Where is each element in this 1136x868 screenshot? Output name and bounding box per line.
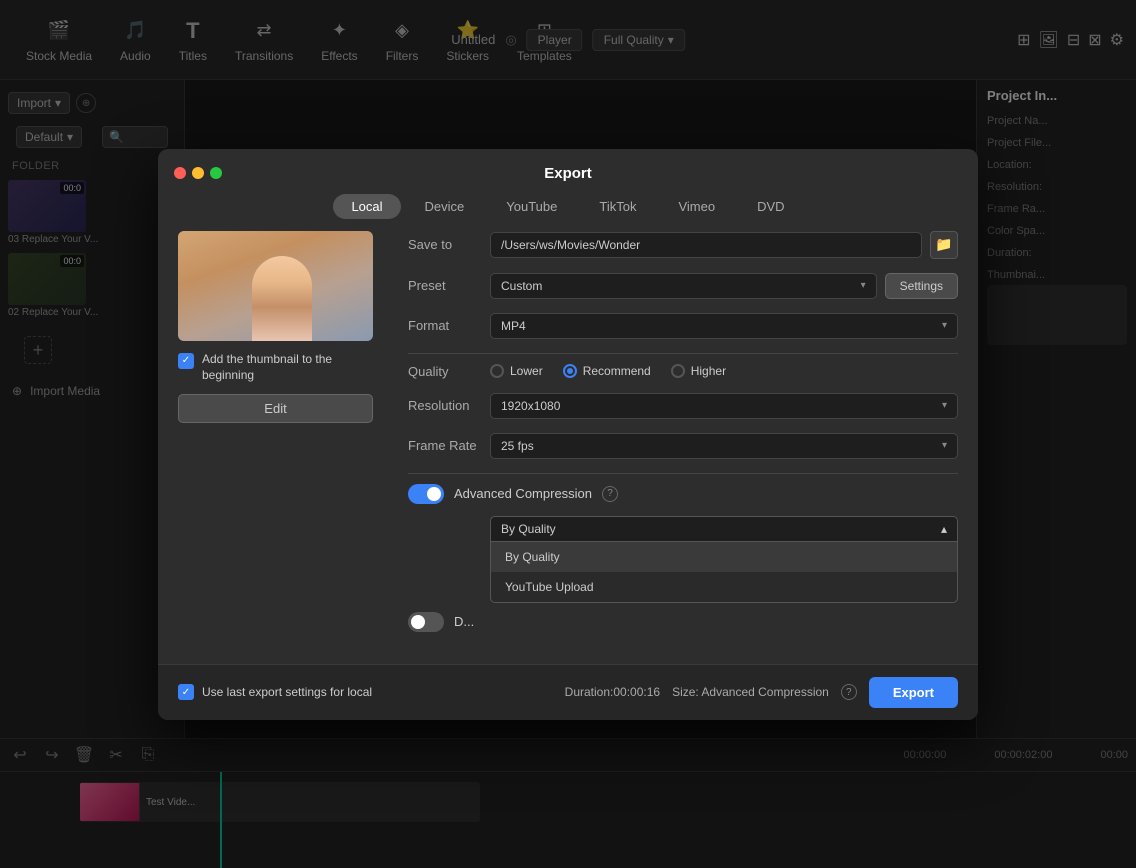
radio-recommend-circle [563, 364, 577, 378]
dropdown-item-youtube-upload[interactable]: YouTube Upload [491, 572, 957, 602]
format-row: Format MP4 ▾ [408, 313, 958, 339]
thumbnail-checkbox[interactable] [178, 353, 194, 369]
modal-tabs: Local Device YouTube TikTok Vimeo DVD [158, 194, 978, 231]
framerate-row: Frame Rate 25 fps ▾ [408, 433, 958, 459]
second-toggle[interactable] [408, 612, 444, 632]
window-maximize-button[interactable] [210, 167, 222, 179]
thumbnail-person [252, 256, 312, 341]
radio-higher-label: Higher [691, 364, 726, 378]
folder-browse-button[interactable]: 📁 [930, 231, 958, 259]
chevron-up-icon: ▴ [941, 522, 947, 536]
tab-local[interactable]: Local [333, 194, 400, 219]
divider-1 [408, 353, 958, 354]
quality-recommend[interactable]: Recommend [563, 364, 651, 378]
preset-row: Preset Custom ▾ Settings [408, 273, 958, 299]
radio-higher-circle [671, 364, 685, 378]
adv-compression-row: Advanced Compression ? [408, 484, 958, 504]
use-last-settings-label: Use last export settings for local [202, 685, 372, 699]
window-close-button[interactable] [174, 167, 186, 179]
export-modal-overlay: Export Local Device YouTube TikTok Vimeo… [0, 0, 1136, 868]
preset-select[interactable]: Custom ▾ [490, 273, 877, 299]
modal-title: Export [544, 165, 592, 182]
dropdown-menu: By Quality YouTube Upload [490, 542, 958, 603]
size-info: Size: Advanced Compression [672, 685, 829, 699]
dropdown-header[interactable]: By Quality ▴ [491, 517, 957, 541]
chevron-down-icon: ▾ [942, 440, 947, 451]
save-to-row: Save to /Users/ws/Movies/Wonder 📁 [408, 231, 958, 259]
tab-vimeo[interactable]: Vimeo [660, 194, 733, 219]
edit-button[interactable]: Edit [178, 394, 373, 423]
save-to-input: /Users/ws/Movies/Wonder 📁 [490, 231, 958, 259]
radio-recommend-label: Recommend [583, 364, 651, 378]
modal-header: Export [158, 149, 978, 194]
resolution-label: Resolution [408, 398, 478, 413]
adv-compression-toggle[interactable] [408, 484, 444, 504]
format-select[interactable]: MP4 ▾ [490, 313, 958, 339]
framerate-label: Frame Rate [408, 438, 478, 453]
window-minimize-button[interactable] [192, 167, 204, 179]
format-input: MP4 ▾ [490, 313, 958, 339]
framerate-select[interactable]: 25 fps ▾ [490, 433, 958, 459]
window-controls [174, 167, 222, 179]
chevron-down-icon: ▾ [861, 280, 866, 291]
thumbnail-checkbox-row: Add the thumbnail to the beginning [178, 351, 378, 385]
quality-lower[interactable]: Lower [490, 364, 543, 378]
quality-higher[interactable]: Higher [671, 364, 726, 378]
save-to-field[interactable]: /Users/ws/Movies/Wonder [490, 232, 922, 258]
tab-dvd[interactable]: DVD [739, 194, 802, 219]
modal-body: Add the thumbnail to the beginning Edit … [158, 231, 978, 664]
dropdown-open-box: By Quality ▴ [490, 516, 958, 542]
chevron-down-icon: ▾ [942, 320, 947, 331]
tab-device[interactable]: Device [407, 194, 483, 219]
resolution-row: Resolution 1920x1080 ▾ [408, 393, 958, 419]
by-quality-row: By Quality ▴ By Quality YouTube Upload [408, 516, 958, 542]
settings-section: Save to /Users/ws/Movies/Wonder 📁 Preset… [378, 231, 958, 644]
resolution-input: 1920x1080 ▾ [490, 393, 958, 419]
video-thumbnail [178, 231, 373, 341]
chevron-down-icon: ▾ [942, 400, 947, 411]
preset-input: Custom ▾ Settings [490, 273, 958, 299]
save-to-label: Save to [408, 237, 478, 252]
size-help-icon[interactable]: ? [841, 684, 857, 700]
quality-label: Quality [408, 364, 478, 379]
export-button[interactable]: Export [869, 677, 958, 708]
format-label: Format [408, 318, 478, 333]
quality-radio-group: Lower Recommend Higher [490, 364, 726, 378]
duration-info: Duration:00:00:16 [565, 685, 660, 699]
preset-label: Preset [408, 278, 478, 293]
quality-row: Quality Lower Recommend Higher [408, 364, 958, 379]
radio-lower-label: Lower [510, 364, 543, 378]
resolution-select[interactable]: 1920x1080 ▾ [490, 393, 958, 419]
divider-2 [408, 473, 958, 474]
adv-compression-help-icon[interactable]: ? [602, 486, 618, 502]
settings-button[interactable]: Settings [885, 273, 958, 299]
adv-compression-label: Advanced Compression [454, 486, 592, 501]
framerate-input: 25 fps ▾ [490, 433, 958, 459]
tab-tiktok[interactable]: TikTok [581, 194, 654, 219]
modal-footer: Use last export settings for local Durat… [158, 664, 978, 720]
tab-youtube[interactable]: YouTube [488, 194, 575, 219]
use-last-settings-checkbox[interactable] [178, 684, 194, 700]
dropdown-item-by-quality[interactable]: By Quality [491, 542, 957, 572]
by-quality-dropdown: By Quality ▴ By Quality YouTube Upload [490, 516, 958, 542]
radio-lower-circle [490, 364, 504, 378]
thumbnail-section: Add the thumbnail to the beginning Edit [178, 231, 378, 644]
second-toggle-label: D... [454, 614, 474, 629]
second-toggle-row: D... [408, 612, 958, 632]
footer-checkbox-row: Use last export settings for local [178, 684, 553, 700]
export-modal: Export Local Device YouTube TikTok Vimeo… [158, 149, 978, 720]
thumbnail-label: Add the thumbnail to the beginning [202, 351, 378, 385]
